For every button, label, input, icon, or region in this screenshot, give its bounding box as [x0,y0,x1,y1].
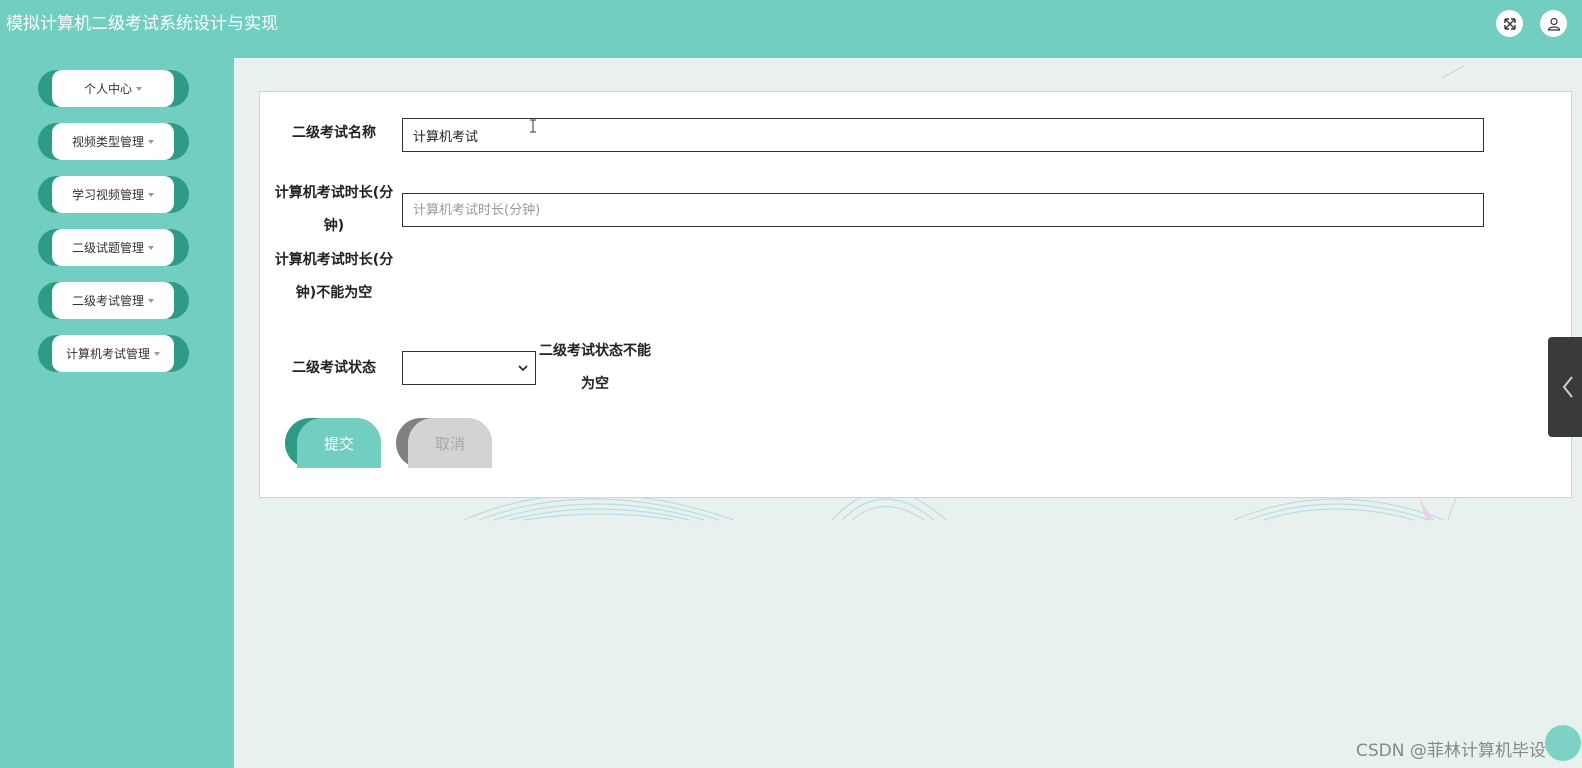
caret-down-icon [148,192,154,197]
status-error-line1: 二级考试状态不能 [539,343,651,359]
submit-button[interactable]: 提交 [285,418,381,468]
caret-down-icon [148,139,154,144]
caret-down-icon [136,86,142,91]
duration-label-line1: 计算机考试时长(分 [274,185,394,201]
exam-name-input[interactable] [402,118,1484,152]
sidebar-item-label: 学习视频管理 [71,188,144,202]
duration-input[interactable] [402,193,1484,227]
status-error-line2: 为空 [581,376,609,392]
cancel-button-label: 取消 [408,418,492,468]
sidebar: 个人中心 视频类型管理 学习视频管理 二级试题管理 二级考试管理 计算机考试管理 [0,58,234,768]
sidebar-item-personal-center[interactable]: 个人中心 [38,70,189,107]
cancel-button[interactable]: 取消 [396,418,492,468]
user-icon [1547,17,1560,31]
submit-button-label: 提交 [297,418,381,468]
sidebar-item-video-type[interactable]: 视频类型管理 [38,123,189,160]
sidebar-item-label: 视频类型管理 [71,135,144,149]
fullscreen-button[interactable] [1496,10,1523,37]
chevron-left-icon [1562,376,1573,398]
sidebar-item-label: 个人中心 [83,82,132,96]
caret-down-icon [148,245,154,250]
side-panel-toggle[interactable] [1548,337,1582,437]
duration-label-line2: 钟) [323,218,345,234]
user-button[interactable] [1540,10,1567,37]
app-title: 模拟计算机二级考试系统设计与实现 [6,14,278,34]
text-cursor-icon [530,119,536,133]
sidebar-item-label: 计算机考试管理 [65,347,150,361]
duration-error-line2: 钟)不能为空 [295,285,373,301]
status-select[interactable] [402,351,536,385]
top-bar: 模拟计算机二级考试系统设计与实现 [0,0,1582,58]
sidebar-item-study-video[interactable]: 学习视频管理 [38,176,189,213]
exam-name-label: 二级考试名称 [292,125,376,141]
duration-label: 计算机考试时长(分 钟) [274,177,394,243]
floating-button[interactable] [1545,725,1581,761]
duration-error-line1: 计算机考试时长(分 [274,252,394,268]
caret-down-icon [154,351,160,356]
sidebar-item-exam-management[interactable]: 二级考试管理 [38,282,189,319]
status-error: 二级考试状态不能 为空 [539,335,651,401]
sidebar-item-computer-exam[interactable]: 计算机考试管理 [38,335,189,372]
caret-down-icon [148,298,154,303]
watermark-text: CSDN @菲林计算机毕设 [1356,741,1546,761]
expand-icon [1503,17,1516,30]
status-label: 二级考试状态 [292,360,376,376]
sidebar-item-label: 二级试题管理 [71,241,144,255]
chevron-down-icon [518,365,528,372]
sidebar-item-exam-questions[interactable]: 二级试题管理 [38,229,189,266]
duration-error: 计算机考试时长(分 钟)不能为空 [274,244,394,310]
sidebar-item-label: 二级考试管理 [71,294,144,308]
